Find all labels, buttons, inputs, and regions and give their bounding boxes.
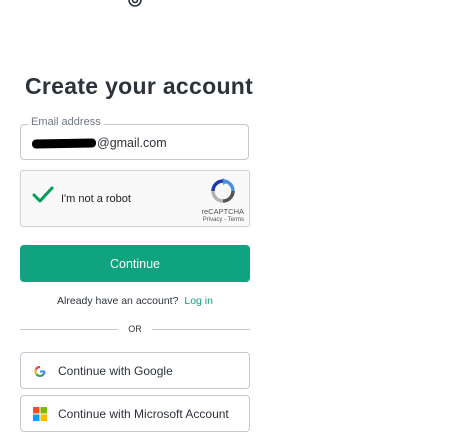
google-icon: [34, 366, 46, 377]
email-field[interactable]: Email address @gmail.com: [20, 116, 249, 160]
email-value[interactable]: @gmail.com: [31, 136, 167, 150]
login-link[interactable]: Log in: [184, 295, 213, 307]
email-domain: @gmail.com: [97, 136, 167, 150]
or-divider-label: OR: [128, 324, 142, 334]
recaptcha-widget: I'm not a robot reCAPTCHA Privacy - Term…: [20, 170, 250, 227]
continue-button[interactable]: Continue: [20, 245, 250, 282]
microsoft-icon: [33, 407, 47, 421]
openai-logo-icon: [128, 0, 142, 7]
signin-prompt: Already have an account?: [57, 295, 179, 307]
recaptcha-brand: reCAPTCHA: [201, 207, 244, 216]
google-button-label: Continue with Google: [58, 364, 173, 378]
divider-right: [152, 329, 250, 330]
recaptcha-logo-icon: [211, 178, 235, 203]
microsoft-signin-button[interactable]: Continue with Microsoft Account: [20, 395, 250, 432]
redaction-mark: [31, 138, 97, 149]
microsoft-button-label: Continue with Microsoft Account: [58, 407, 229, 421]
checkmark-icon[interactable]: [32, 186, 54, 204]
email-label: Email address: [28, 116, 104, 128]
google-signin-button[interactable]: Continue with Google: [20, 352, 250, 389]
captcha-label: I'm not a robot: [61, 193, 131, 205]
page-title: Create your account: [25, 73, 254, 99]
recaptcha-links[interactable]: Privacy - Terms: [203, 217, 244, 223]
signin-row: Already have an account? Log in: [0, 295, 270, 307]
divider-left: [20, 329, 118, 330]
